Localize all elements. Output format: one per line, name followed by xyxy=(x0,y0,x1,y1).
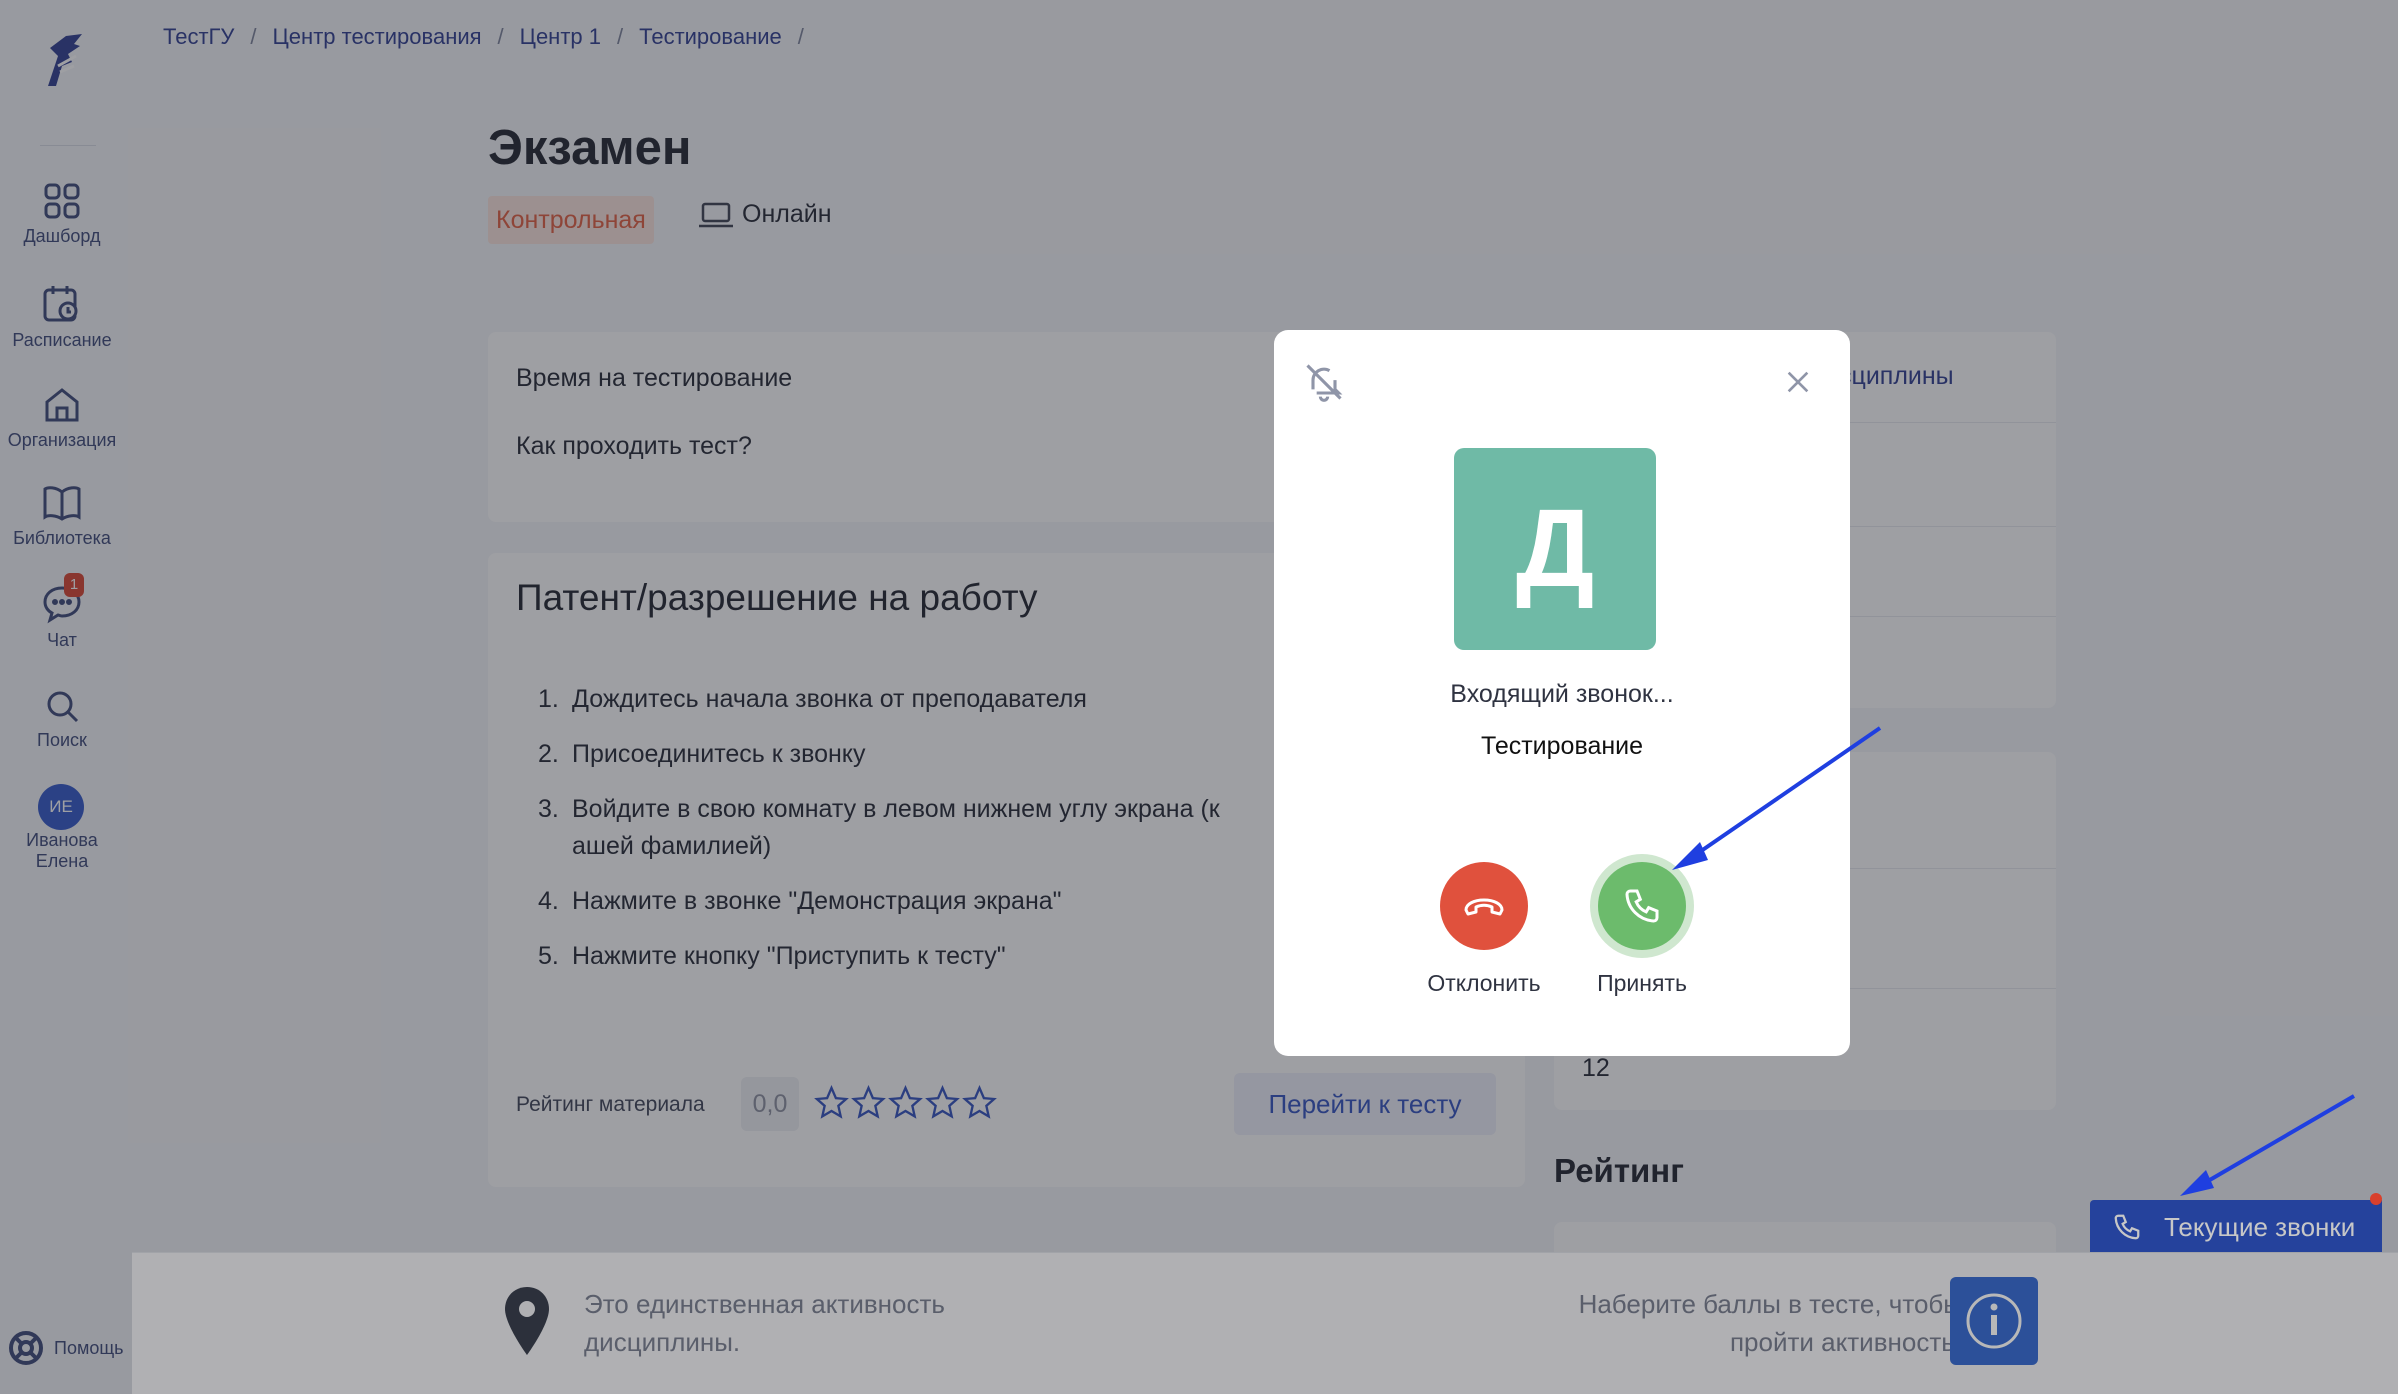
call-status: Входящий звонок... xyxy=(1450,680,1674,708)
decline-button[interactable] xyxy=(1440,862,1528,950)
info-button[interactable] xyxy=(1950,1277,2038,1365)
hang-up-icon xyxy=(1464,898,1504,916)
banner-right-text: Наберите баллы в тесте, чтобы пройти акт… xyxy=(1578,1289,1962,1357)
current-calls-button[interactable]: Текущие звонки xyxy=(2090,1200,2382,1254)
decline-label: Отклонить xyxy=(1427,970,1541,996)
activity-banner: Это единственная активность дисциплины. … xyxy=(132,1252,2398,1394)
annotation-arrow xyxy=(2180,1094,2356,1196)
phone-icon xyxy=(1625,889,1659,923)
accept-label: Принять xyxy=(1597,970,1687,996)
bell-off-icon[interactable] xyxy=(1302,360,1346,404)
modal-backdrop[interactable] xyxy=(0,0,2398,1394)
info-icon xyxy=(1966,1293,2022,1349)
notification-dot xyxy=(2370,1193,2382,1205)
close-icon[interactable] xyxy=(1782,366,1814,398)
location-pin-icon xyxy=(505,1287,549,1355)
incoming-call-modal: Д Входящий звонок... Тестирование Отклон… xyxy=(1274,330,1850,1056)
banner-left-text: Это единственная активность дисциплины. xyxy=(584,1289,945,1357)
annotation-arrow xyxy=(1672,726,1882,870)
caller-avatar: Д xyxy=(1454,448,1656,650)
phone-icon xyxy=(2114,1214,2140,1240)
